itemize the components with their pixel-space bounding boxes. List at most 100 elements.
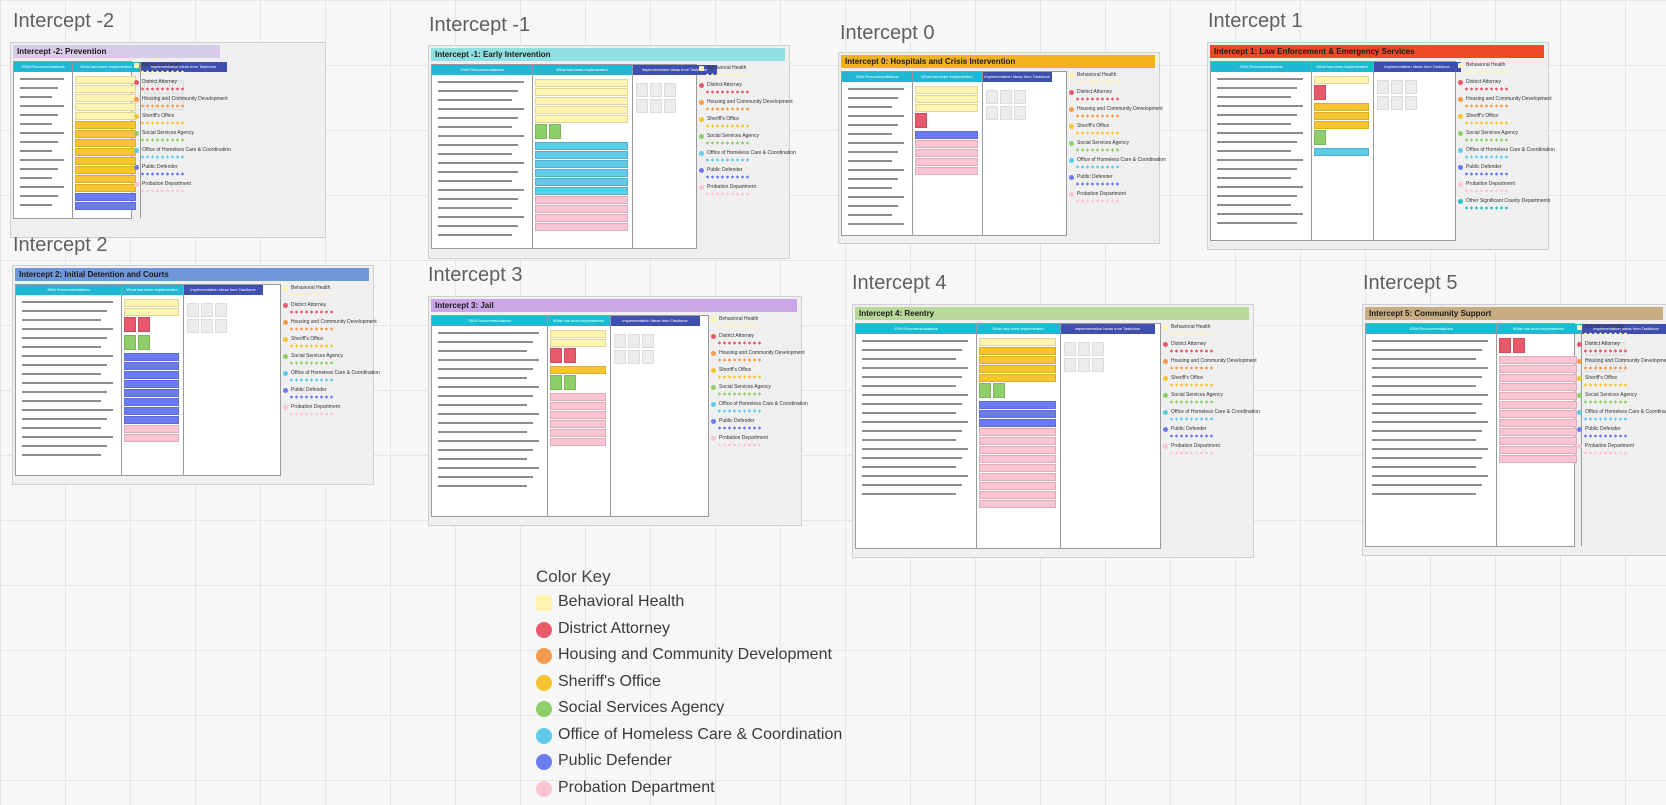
sticky-note-behavioral_health[interactable] xyxy=(75,85,136,93)
sticky-note-behavioral_health[interactable] xyxy=(915,104,978,112)
sticky-note-social_services[interactable] xyxy=(549,124,561,139)
sticky-note-behavioral_health[interactable] xyxy=(535,115,628,123)
idea-slot[interactable] xyxy=(1078,342,1090,356)
sticky-note-district_attorney[interactable] xyxy=(1499,338,1511,353)
sticky-note-sheriff[interactable] xyxy=(1314,103,1369,111)
sticky-note-probation[interactable] xyxy=(915,158,978,166)
sticky-note-sheriff[interactable] xyxy=(979,356,1056,364)
sticky-note-social_services[interactable] xyxy=(535,124,547,139)
idea-slot[interactable] xyxy=(642,334,654,348)
sticky-note-behavioral_health[interactable] xyxy=(550,330,606,338)
sticky-note-behavioral_health[interactable] xyxy=(124,308,179,316)
idea-slot[interactable] xyxy=(986,90,998,104)
sticky-note-probation[interactable] xyxy=(979,464,1056,472)
sticky-note-probation[interactable] xyxy=(979,437,1056,445)
intercept-frame[interactable]: Intercept 3: Jail JSI/# Recommendations Wh… xyxy=(428,296,808,526)
sticky-note-probation[interactable] xyxy=(979,428,1056,436)
sticky-note-probation[interactable] xyxy=(915,149,978,157)
sticky-note-probation[interactable] xyxy=(1499,392,1577,400)
sticky-note-sheriff[interactable] xyxy=(1314,112,1369,120)
intercept-frame[interactable]: Intercept 1: Law Enforcement & Emergency… xyxy=(1207,42,1555,250)
sticky-note-sheriff[interactable] xyxy=(75,184,136,192)
sticky-note-sheriff[interactable] xyxy=(979,365,1056,373)
idea-slot[interactable] xyxy=(1405,80,1417,94)
idea-slot[interactable] xyxy=(1064,358,1076,372)
idea-slot[interactable] xyxy=(201,319,213,333)
idea-slot[interactable] xyxy=(636,99,648,113)
sticky-note-probation[interactable] xyxy=(535,205,628,213)
idea-slot[interactable] xyxy=(628,334,640,348)
idea-slot[interactable] xyxy=(1000,90,1012,104)
intercept-frame[interactable]: Intercept 5: Community Support JSI/# Reco… xyxy=(1362,304,1666,556)
sticky-note-public_defender[interactable] xyxy=(124,362,179,370)
sticky-note-behavioral_health[interactable] xyxy=(1314,76,1369,84)
sticky-note-sheriff[interactable] xyxy=(979,374,1056,382)
sticky-note-behavioral_health[interactable] xyxy=(75,76,136,84)
sticky-note-sheriff[interactable] xyxy=(75,139,136,147)
sticky-note-sheriff[interactable] xyxy=(75,148,136,156)
sticky-note-probation[interactable] xyxy=(1499,455,1577,463)
sticky-note-social_services[interactable] xyxy=(564,375,576,390)
idea-slot[interactable] xyxy=(1391,80,1403,94)
idea-slot[interactable] xyxy=(1000,106,1012,120)
sticky-note-probation[interactable] xyxy=(1499,356,1577,364)
sticky-note-probation[interactable] xyxy=(1499,365,1577,373)
intercept-frame[interactable]: Intercept 0: Hospitals and Crisis Interv… xyxy=(838,52,1166,244)
idea-slot[interactable] xyxy=(1377,96,1389,110)
intercept-frame[interactable]: Intercept -2: Prevention JSI/# Recommenda… xyxy=(10,42,326,238)
sticky-note-public_defender[interactable] xyxy=(979,410,1056,418)
sticky-note-social_services[interactable] xyxy=(979,383,991,398)
sticky-note-district_attorney[interactable] xyxy=(550,348,562,363)
sticky-note-public_defender[interactable] xyxy=(979,401,1056,409)
sticky-note-probation[interactable] xyxy=(1499,428,1577,436)
idea-slot[interactable] xyxy=(187,319,199,333)
idea-slot[interactable] xyxy=(1078,358,1090,372)
sticky-note-probation[interactable] xyxy=(535,196,628,204)
sticky-note-public_defender[interactable] xyxy=(124,389,179,397)
sticky-note-probation[interactable] xyxy=(1499,374,1577,382)
sticky-note-behavioral_health[interactable] xyxy=(535,88,628,96)
sticky-note-behavioral_health[interactable] xyxy=(915,86,978,94)
sticky-note-behavioral_health[interactable] xyxy=(535,97,628,105)
idea-slot[interactable] xyxy=(642,350,654,364)
idea-slot[interactable] xyxy=(1377,80,1389,94)
intercept-frame[interactable]: Intercept 4: Reentry JSI/# Recommendation… xyxy=(852,304,1260,558)
sticky-note-probation[interactable] xyxy=(979,473,1056,481)
sticky-note-sheriff[interactable] xyxy=(75,166,136,174)
sticky-note-sheriff[interactable] xyxy=(75,121,136,129)
sticky-note-sheriff[interactable] xyxy=(1314,121,1369,129)
idea-slot[interactable] xyxy=(628,350,640,364)
sticky-note-public_defender[interactable] xyxy=(124,398,179,406)
sticky-note-sheriff[interactable] xyxy=(979,347,1056,355)
sticky-note-probation[interactable] xyxy=(979,482,1056,490)
sticky-note-public_defender[interactable] xyxy=(75,202,136,210)
sticky-note-probation[interactable] xyxy=(550,411,606,419)
sticky-note-homeless_care[interactable] xyxy=(535,160,628,168)
sticky-note-social_services[interactable] xyxy=(550,375,562,390)
sticky-note-social_services[interactable] xyxy=(1314,130,1326,145)
sticky-note-sheriff[interactable] xyxy=(75,130,136,138)
sticky-note-sheriff[interactable] xyxy=(75,175,136,183)
idea-slot[interactable] xyxy=(664,99,676,113)
sticky-note-probation[interactable] xyxy=(915,167,978,175)
sticky-note-behavioral_health[interactable] xyxy=(75,103,136,111)
sticky-note-behavioral_health[interactable] xyxy=(535,106,628,114)
sticky-note-homeless_care[interactable] xyxy=(535,169,628,177)
sticky-note-probation[interactable] xyxy=(550,402,606,410)
idea-slot[interactable] xyxy=(215,303,227,317)
sticky-note-probation[interactable] xyxy=(979,446,1056,454)
sticky-note-homeless_care[interactable] xyxy=(1314,148,1369,156)
idea-slot[interactable] xyxy=(614,350,626,364)
sticky-note-public_defender[interactable] xyxy=(915,131,978,139)
sticky-note-probation[interactable] xyxy=(915,140,978,148)
idea-slot[interactable] xyxy=(650,83,662,97)
intercept-frame[interactable]: Intercept -1: Early Intervention JSI/# Re… xyxy=(428,45,796,259)
sticky-note-social_services[interactable] xyxy=(993,383,1005,398)
idea-slot[interactable] xyxy=(215,319,227,333)
sticky-note-district_attorney[interactable] xyxy=(1314,85,1326,100)
sticky-note-homeless_care[interactable] xyxy=(535,151,628,159)
sticky-note-homeless_care[interactable] xyxy=(535,187,628,195)
sticky-note-probation[interactable] xyxy=(979,455,1056,463)
idea-slot[interactable] xyxy=(664,83,676,97)
sticky-note-probation[interactable] xyxy=(124,434,179,442)
